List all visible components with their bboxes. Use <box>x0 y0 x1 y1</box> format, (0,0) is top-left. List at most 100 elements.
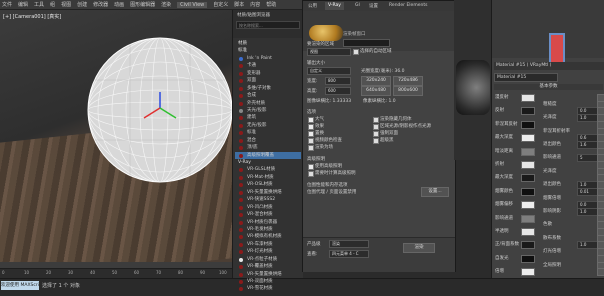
material-list-item[interactable]: 卡通 <box>235 62 301 69</box>
material-list-item[interactable]: VR-矢量置换烘焙 <box>235 271 301 278</box>
material-list-item[interactable]: VR-OSL材质 <box>235 181 301 188</box>
tab-common[interactable]: 公用 <box>308 3 317 9</box>
color-swatch[interactable] <box>521 147 535 156</box>
menu-customize[interactable]: 自定义 <box>213 1 228 8</box>
res-800-button[interactable]: 800x600 <box>393 86 423 96</box>
material-list-item[interactable]: VR-雪花材质 <box>235 285 301 292</box>
material-list-item[interactable]: VR-Mat-材质 <box>235 174 301 181</box>
view-dropdown[interactable]: 四元菜单 4 - C <box>329 250 369 258</box>
material-list-item[interactable]: VR-GLSL材质 <box>235 166 301 173</box>
material-list-item[interactable]: 合成 <box>235 92 301 99</box>
material-list-item[interactable]: VR-材质包裹器 <box>235 219 301 226</box>
camera-viewport[interactable]: [+] [Camera001] [真实] <box>0 10 232 268</box>
effects-checkbox[interactable] <box>308 124 314 130</box>
res-320-button[interactable]: 320x240 <box>361 76 391 86</box>
tab-settings[interactable]: 设置 <box>369 3 378 9</box>
material-list-item[interactable]: 标准 <box>235 129 301 136</box>
material-list-item[interactable]: 天光/投影 <box>235 107 301 114</box>
displacement-checkbox[interactable] <box>308 131 314 137</box>
material-list-item[interactable]: 双面 <box>235 77 301 84</box>
menu-file[interactable]: 文件 <box>2 1 12 8</box>
slate-node-view[interactable] <box>492 0 604 67</box>
material-list-item[interactable]: VR-点粒子材质 <box>235 256 301 263</box>
material-list-item[interactable]: 无光/投影 <box>235 122 301 129</box>
viewport-label[interactable]: [+] [Camera001] [真实] <box>3 13 61 20</box>
menu-tools[interactable]: 工具 <box>34 1 44 8</box>
material-list-item[interactable]: VR-快速SSS2 <box>235 196 301 203</box>
menu-edit[interactable]: 编辑 <box>18 1 28 8</box>
tab-render-elements[interactable]: Render Elements <box>389 3 427 8</box>
target-field[interactable] <box>343 39 390 47</box>
material-list-item[interactable]: 混合 <box>235 137 301 144</box>
color-swatch[interactable] <box>521 268 535 277</box>
material-list-item[interactable]: 顶/底 <box>235 144 301 151</box>
output-preset-dropdown[interactable]: 自定义 <box>307 67 351 75</box>
material-list-item[interactable]: 高级照明覆盖 <box>235 151 301 159</box>
width-input[interactable]: 800 <box>325 77 351 85</box>
res-640-button[interactable]: 640x480 <box>361 86 391 96</box>
res-720-button[interactable]: 720x486 <box>393 76 423 86</box>
material-category[interactable]: 标准 <box>235 47 301 54</box>
atmospherics-checkbox[interactable] <box>308 117 314 123</box>
material-list-item[interactable]: VR-灯光材质 <box>235 248 301 255</box>
param-value-input[interactable]: 1.0 <box>577 207 599 216</box>
menu-rendering[interactable]: 渲染 <box>161 1 171 8</box>
menu-views[interactable]: 视图 <box>61 1 71 8</box>
material-category[interactable]: V-Ray <box>235 159 301 166</box>
map-button[interactable] <box>597 268 604 277</box>
menu-graph-editors[interactable]: 图形编辑器 <box>130 1 155 8</box>
param-value-input[interactable]: 1.0 <box>577 114 599 123</box>
color-swatch[interactable] <box>521 201 535 210</box>
render-button[interactable]: 渲染 <box>403 243 435 253</box>
menu-group[interactable]: 组 <box>50 1 55 8</box>
material-list-item[interactable]: VR-凹凸材质 <box>235 204 301 211</box>
color-swatch[interactable] <box>521 228 535 236</box>
material-list-item[interactable]: VR-车漆材质 <box>235 241 301 248</box>
color-swatch[interactable] <box>521 161 535 169</box>
param-value-input[interactable]: 0.01 <box>577 187 599 196</box>
material-list-item[interactable]: 外壳材质 <box>235 100 301 107</box>
basic-params-rollout[interactable]: 基本参数 <box>494 84 603 90</box>
color-swatch[interactable] <box>521 94 535 102</box>
material-list-item[interactable]: 多维/子对象 <box>235 85 301 92</box>
material-search-input[interactable]: 按名称搜索... <box>236 21 300 29</box>
param-value-input[interactable]: 1.0 <box>577 241 599 250</box>
color-swatch[interactable] <box>521 241 535 250</box>
material-list-item[interactable]: VR-覆盖材质 <box>235 263 301 270</box>
bitmap-setup-button[interactable]: 设置... <box>421 187 449 197</box>
menu-content[interactable]: 内容 <box>250 1 260 8</box>
material-list-item[interactable]: VR-毛发材质 <box>235 226 301 233</box>
material-list-item[interactable]: 变形器 <box>235 70 301 77</box>
material-list-item[interactable]: Ink 'n Paint <box>235 55 301 62</box>
menu-create[interactable]: 创建 <box>77 1 87 8</box>
menu-animation[interactable]: 动画 <box>114 1 124 8</box>
material-list-item[interactable]: VR-矢量置换烘焙 <box>235 189 301 196</box>
color-swatch[interactable] <box>521 134 535 143</box>
material-list-item[interactable]: VR-双面材质 <box>235 278 301 285</box>
area-lights-checkbox[interactable] <box>373 124 379 130</box>
menu-help[interactable]: 帮助 <box>266 1 276 8</box>
render-hidden-checkbox[interactable] <box>373 117 379 123</box>
use-advanced-lighting-checkbox[interactable] <box>308 164 314 170</box>
auto-region-checkbox[interactable] <box>353 49 359 55</box>
force-2sided-checkbox[interactable] <box>373 131 379 137</box>
tab-vray[interactable]: V-Ray <box>325 2 344 10</box>
color-swatch[interactable] <box>521 120 535 129</box>
super-black-checkbox[interactable] <box>373 138 379 144</box>
height-input[interactable]: 600 <box>325 87 351 95</box>
compute-advanced-checkbox[interactable] <box>308 171 314 177</box>
maxscript-listener[interactable]: 欢迎使用 MAXScri <box>1 281 39 290</box>
menu-modifiers[interactable]: 修改器 <box>93 1 108 8</box>
tab-gi[interactable]: GI <box>355 3 360 8</box>
color-swatch[interactable] <box>521 174 535 183</box>
area-dropdown[interactable]: 视图 <box>307 48 351 56</box>
color-swatch[interactable] <box>521 107 535 116</box>
material-list-item[interactable]: VR-混合材质 <box>235 211 301 218</box>
menu-civil-view[interactable]: Civil View <box>177 2 208 8</box>
color-swatch[interactable] <box>521 214 535 223</box>
render-to-fields-checkbox[interactable] <box>308 145 314 151</box>
video-color-check-checkbox[interactable] <box>308 138 314 144</box>
param-value-input[interactable]: 5 <box>577 154 599 163</box>
material-name-field[interactable]: Material #15 <box>494 73 558 82</box>
material-category[interactable]: 材质 <box>235 40 301 47</box>
